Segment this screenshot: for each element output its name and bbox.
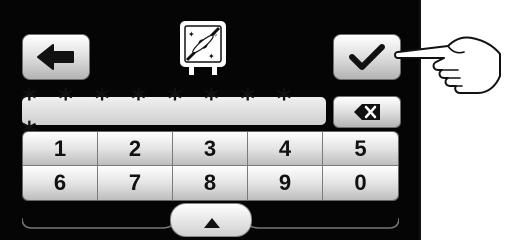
key-0[interactable]: 0 (323, 166, 398, 200)
key-4[interactable]: 4 (248, 132, 323, 166)
svg-text:✦: ✦ (208, 52, 215, 61)
checkmark-icon (349, 44, 385, 70)
key-1[interactable]: 1 (23, 132, 98, 166)
numeric-keypad: 1 2 3 4 5 6 7 8 9 0 (22, 131, 399, 201)
pointing-hand-icon (394, 36, 501, 94)
device-logo: ✦ ✦ ✧ (177, 18, 229, 80)
triangle-up-icon (204, 218, 220, 228)
fan-device-icon: ✦ ✦ ✧ (180, 21, 226, 75)
key-7[interactable]: 7 (98, 166, 173, 200)
key-3[interactable]: 3 (173, 132, 248, 166)
key-6[interactable]: 6 (23, 166, 98, 200)
back-button[interactable] (22, 34, 90, 80)
backspace-icon (354, 104, 380, 120)
device-screen: ✦ ✦ ✧ * * * * * * * * * 1 2 3 4 5 6 7 8 … (0, 0, 421, 240)
key-9[interactable]: 9 (248, 166, 323, 200)
key-2[interactable]: 2 (98, 132, 173, 166)
svg-text:✦: ✦ (188, 30, 195, 39)
key-8[interactable]: 8 (173, 166, 248, 200)
arrow-left-icon (37, 44, 74, 70)
svg-text:✧: ✧ (213, 32, 218, 39)
confirm-button[interactable] (333, 34, 401, 80)
key-5[interactable]: 5 (323, 132, 398, 166)
expand-button[interactable] (170, 203, 252, 237)
delete-button[interactable] (333, 96, 401, 128)
password-field[interactable]: * * * * * * * * * (22, 82, 326, 148)
